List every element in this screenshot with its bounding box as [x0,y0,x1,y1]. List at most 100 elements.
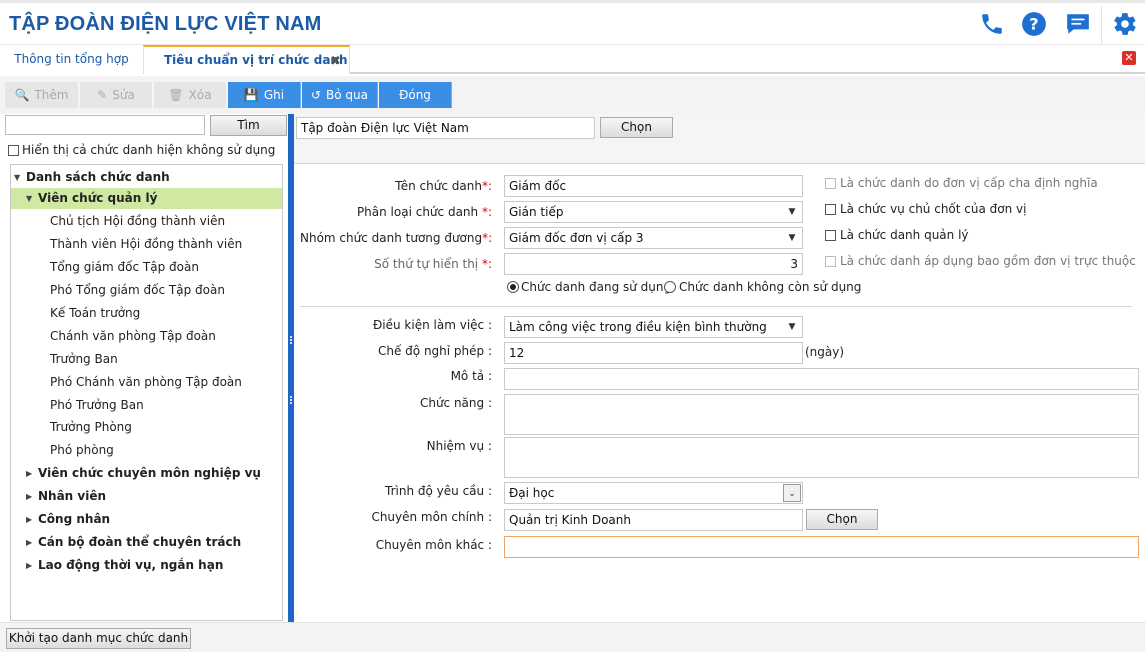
choose-major-button[interactable]: Chọn [806,509,878,530]
equivalent-group-value: Giám đốc đơn vị cấp 3 [509,231,644,245]
key-position-checkbox[interactable] [825,204,836,215]
save-icon: 💾 [243,88,259,102]
position-search-input[interactable] [5,115,205,135]
caret-right-icon: ▶ [26,492,33,501]
app-title: TẬP ĐOÀN ĐIỆN LỰC VIỆT NAM [9,13,322,35]
education-select[interactable]: Đại học ⌄ [504,482,803,504]
tree-item[interactable]: Chánh văn phòng Tập đoàn [11,326,282,347]
help-icon[interactable]: ? [1021,11,1047,37]
caret-down-icon: ▼ [14,173,21,182]
other-major-input[interactable] [504,536,1139,558]
description-label: Mô tả : [450,369,492,383]
tab-position-standards[interactable]: Tiêu chuẩn vị trí chức danh [143,45,350,74]
tree-group-label: Viên chức quản lý [38,191,158,205]
classification-select[interactable]: Gián tiếp ▼ [504,201,803,223]
skip-button[interactable]: ↺ Bỏ qua [302,82,378,108]
education-value: Đại học [509,486,555,500]
other-major-label: Chuyên môn khác : [375,538,492,552]
tree-item[interactable]: Tổng giám đốc Tập đoàn [11,257,282,278]
save-button[interactable]: 💾 Ghi [228,82,301,108]
app-header: TẬP ĐOÀN ĐIỆN LỰC VIỆT NAM ? [0,0,1145,46]
status-in-use-radio[interactable] [507,281,519,293]
duty-textarea[interactable] [504,437,1139,478]
chevron-down-icon: ⌄ [783,484,801,502]
gear-icon[interactable] [1112,11,1138,37]
tree-item[interactable]: Phó Trưởng Ban [11,395,282,416]
tree-item[interactable]: Trưởng Ban [11,349,282,370]
close-button[interactable]: Đóng [379,82,452,108]
classification-label: Phân loại chức danh *: [356,205,492,219]
tree-item[interactable]: Kế Toán trưởng [11,303,282,324]
description-input[interactable] [504,368,1139,390]
section-divider [300,306,1132,307]
tree-item-label: Phó Tổng giám đốc Tập đoàn [50,283,225,297]
zoom-in-icon: 🔍 [14,88,30,102]
splitter-grip [290,396,292,404]
include-subunits-checkbox[interactable] [825,256,836,267]
tree-item-label: Trưởng Phòng [50,420,132,434]
pencil-icon: ✎ [97,88,108,102]
tab-bar: Thông tin tổng hợp Tiêu chuẩn vị trí chứ… [0,44,1145,74]
work-condition-value: Làm công việc trong điều kiện bình thườn… [509,320,767,334]
tree-item[interactable]: Thành viên Hội đồng thành viên [11,234,282,255]
tree-group-union-officers[interactable]: ▶ Cán bộ đoàn thể chuyên trách [11,532,282,553]
major-field[interactable]: Quản trị Kinh Doanh [504,509,803,531]
tree-group-specialists[interactable]: ▶ Viên chức chuyên môn nghiệp vụ [11,463,282,484]
status-not-in-use-label: Chức danh không còn sử dụng [679,280,862,294]
tree-root-label: Danh sách chức danh [26,170,170,184]
parent-defined-checkbox[interactable] [825,178,836,189]
title-input[interactable]: Giám đốc [504,175,803,197]
tree-group-workers[interactable]: ▶ Công nhân [11,509,282,530]
tree-group-label: Công nhân [38,512,111,526]
tree-item-label: Kế Toán trưởng [50,306,141,320]
skip-button-label: Bỏ qua [326,88,369,102]
delete-button[interactable]: 🗑 Xóa [154,82,227,108]
chevron-down-icon: ▼ [788,322,796,332]
tree-item-label: Phó Trưởng Ban [50,398,144,412]
tree-root[interactable]: ▼ Danh sách chức danh [11,167,282,188]
leave-days-input[interactable]: 12 [504,342,803,364]
tree-item[interactable]: Phó Chánh văn phòng Tập đoàn [11,372,282,393]
management-position-checkbox[interactable] [825,230,836,241]
tree-item[interactable]: Trưởng Phòng [11,417,282,438]
tree-item[interactable]: Phó phòng [11,440,282,461]
tree-item[interactable]: Phó Tổng giám đốc Tập đoàn [11,280,282,301]
init-position-catalog-button[interactable]: Khởi tạo danh mục chức danh [6,628,191,649]
add-button[interactable]: 🔍 Thêm [5,82,79,108]
tree-item[interactable]: Chủ tịch Hội đồng thành viên [11,211,282,232]
leave-label: Chế độ nghỉ phép : [377,344,492,358]
window-close-icon[interactable]: ✕ [1122,51,1136,65]
display-order-input[interactable]: 3 [504,253,803,275]
tree-item-label: Thành viên Hội đồng thành viên [50,237,243,251]
tree-item-label: Trưởng Ban [50,352,118,366]
tree-item-label: Tổng giám đốc Tập đoàn [50,260,199,274]
status-not-in-use-radio[interactable] [664,281,676,293]
close-button-label: Đóng [399,88,431,102]
show-unused-checkbox[interactable] [8,145,19,156]
tree-group-label: Cán bộ đoàn thể chuyên trách [38,535,242,549]
caret-right-icon: ▶ [26,515,33,524]
undo-icon: ↺ [310,88,322,102]
key-position-label: Là chức vụ chủ chốt của đơn vị [840,202,1027,216]
equivalent-group-select[interactable]: Giám đốc đơn vị cấp 3 ▼ [504,227,803,249]
add-button-label: Thêm [34,88,69,102]
chat-icon[interactable] [1065,11,1091,37]
show-unused-label: Hiển thị cả chức danh hiện không sử dụng [22,143,276,157]
phone-icon[interactable] [979,11,1005,37]
position-tree: ▼ Danh sách chức danh ▼ Viên chức quản l… [10,164,283,621]
save-button-label: Ghi [263,88,285,102]
tree-group-seasonal[interactable]: ▶ Lao động thời vụ, ngắn hạn [11,555,282,576]
tab-summary[interactable]: Thông tin tổng hợp [0,45,143,74]
choose-organization-button[interactable]: Chọn [600,117,673,138]
edit-button[interactable]: ✎ Sửa [80,82,153,108]
organization-field[interactable]: Tập đoàn Điện lực Việt Nam [296,117,595,139]
tree-group-managers[interactable]: ▼ Viên chức quản lý [11,188,282,209]
tree-group-staff[interactable]: ▶ Nhân viên [11,486,282,507]
pane-splitter[interactable] [288,114,294,622]
tab-close-icon[interactable]: ✖ [330,54,341,69]
search-button[interactable]: Tìm [210,115,287,136]
tree-item-label: Phó Chánh văn phòng Tập đoàn [50,375,242,389]
toolbar: 🔍 Thêm ✎ Sửa 🗑 Xóa 💾 Ghi ↺ Bỏ qua Đóng [0,76,1145,114]
work-condition-select[interactable]: Làm công việc trong điều kiện bình thườn… [504,316,803,338]
function-textarea[interactable] [504,394,1139,435]
